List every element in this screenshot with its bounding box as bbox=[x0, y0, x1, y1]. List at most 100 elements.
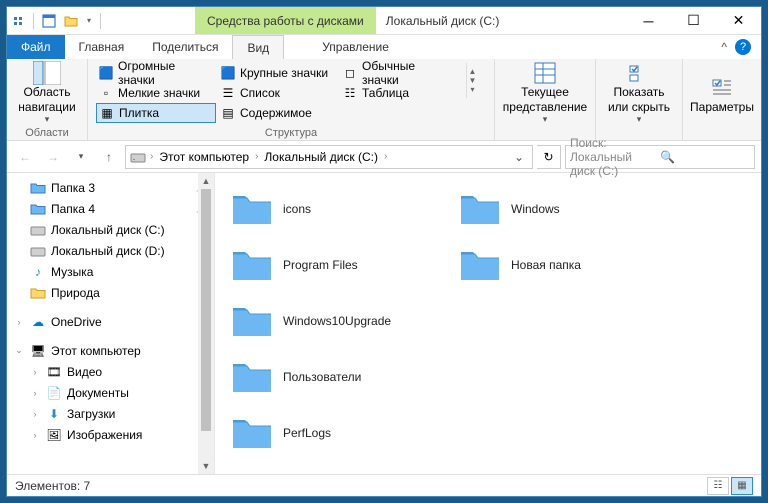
folder-icon[interactable] bbox=[62, 12, 80, 30]
nav-scrollbar[interactable]: ▲ ▼ bbox=[198, 173, 214, 474]
view-tiles-button[interactable]: ▦ bbox=[731, 477, 753, 495]
maximize-button[interactable]: ☐ bbox=[671, 7, 716, 34]
scroll-track[interactable] bbox=[198, 189, 214, 458]
breadcrumb-this-pc[interactable]: Этот компьютер bbox=[157, 150, 251, 164]
chevron-right-icon[interactable]: › bbox=[150, 151, 153, 162]
navigation-pane-button[interactable]: Область навигации bbox=[11, 61, 83, 125]
folder-icon bbox=[231, 414, 273, 452]
drive-icon bbox=[130, 150, 146, 164]
folder-icon bbox=[231, 358, 273, 396]
ribbon-tabs: Файл Главная Поделиться Вид Управление ^… bbox=[7, 35, 761, 59]
tab-share[interactable]: Поделиться bbox=[138, 35, 232, 59]
ribbon-group-current-view: Текущее представление bbox=[495, 59, 596, 140]
nav-item-nature[interactable]: Природа bbox=[7, 282, 214, 303]
status-bar: Элементов: 7 ☷ ▦ bbox=[7, 474, 761, 496]
help-icon[interactable]: ? bbox=[735, 39, 751, 55]
folder-label: Windows bbox=[511, 202, 560, 216]
layout-scroll-down-icon[interactable]: ▼ bbox=[467, 76, 478, 85]
scroll-down-icon[interactable]: ▼ bbox=[198, 458, 214, 474]
back-history-icon[interactable] bbox=[9, 12, 27, 30]
layout-large[interactable]: 🟦Крупные значки bbox=[218, 63, 338, 83]
view-details-button[interactable]: ☷ bbox=[707, 477, 729, 495]
tab-view[interactable]: Вид bbox=[232, 35, 284, 59]
nav-item-downloads[interactable]: ›⬇Загрузки bbox=[7, 403, 214, 424]
folder-tile[interactable]: Windows bbox=[455, 181, 683, 237]
layout-tiles[interactable]: ▦Плитка bbox=[96, 103, 216, 123]
layout-expand-icon[interactable]: ▾ bbox=[467, 85, 478, 94]
layout-extra-large[interactable]: 🟦Огромные значки bbox=[96, 63, 216, 83]
chevron-right-icon[interactable]: › bbox=[13, 317, 25, 327]
back-button[interactable]: ← bbox=[13, 145, 37, 169]
scroll-up-icon[interactable]: ▲ bbox=[198, 173, 214, 189]
current-view-button[interactable]: Текущее представление bbox=[499, 61, 591, 125]
folder-tile[interactable]: icons bbox=[227, 181, 455, 237]
layout-list[interactable]: ☰Список bbox=[218, 83, 338, 103]
folder-tile[interactable]: Пользователи bbox=[227, 349, 455, 405]
folder-icon bbox=[231, 246, 273, 284]
status-item-count: Элементов: 7 bbox=[15, 479, 90, 493]
content-pane[interactable]: icons Program Files Windows10Upgrade Пол… bbox=[215, 173, 761, 474]
folder-label: PerfLogs bbox=[283, 426, 331, 440]
quick-access-toolbar: ▾ bbox=[7, 7, 105, 34]
tab-file[interactable]: Файл bbox=[7, 35, 65, 59]
minimize-button[interactable]: ─ bbox=[626, 7, 671, 34]
context-tab-disk-tools: Средства работы с дисками bbox=[195, 7, 376, 34]
folder-icon bbox=[459, 246, 501, 284]
chevron-down-icon[interactable]: ⌄ bbox=[13, 345, 25, 356]
folder-tile[interactable]: Program Files bbox=[227, 237, 455, 293]
navigation-pane-label: Область навигации bbox=[13, 85, 81, 114]
scroll-thumb[interactable] bbox=[201, 189, 211, 431]
nav-item-pictures[interactable]: ›🖼Изображения bbox=[7, 424, 214, 445]
address-box[interactable]: › Этот компьютер › Локальный диск (C:) ›… bbox=[125, 145, 533, 169]
breadcrumb-drive-c[interactable]: Локальный диск (C:) bbox=[262, 150, 380, 164]
ribbon-group-show-hide: Показать или скрыть bbox=[596, 59, 683, 140]
search-box[interactable]: Поиск: Локальный диск (C:) 🔍 bbox=[565, 145, 755, 169]
separator bbox=[33, 13, 34, 29]
nav-item-drive-d[interactable]: Локальный диск (D:) bbox=[7, 240, 214, 261]
nav-item-folder3[interactable]: Папка 3📌 bbox=[7, 177, 214, 198]
chevron-right-icon[interactable]: › bbox=[255, 151, 258, 162]
folder-icon bbox=[459, 190, 501, 228]
window-controls: ─ ☐ ✕ bbox=[626, 7, 761, 34]
recent-locations-button[interactable]: ▾ bbox=[69, 145, 93, 169]
layout-small[interactable]: ▫Мелкие значки bbox=[96, 83, 216, 103]
up-button[interactable]: ↑ bbox=[97, 145, 121, 169]
layout-details[interactable]: ☷Таблица bbox=[340, 83, 460, 103]
folder-tile[interactable]: Новая папка bbox=[455, 237, 683, 293]
nav-item-videos[interactable]: ›🎞Видео bbox=[7, 361, 214, 382]
navigation-pane: Папка 3📌 Папка 4📌 Локальный диск (C:) Ло… bbox=[7, 173, 215, 474]
window-title: Локальный диск (C:) bbox=[376, 7, 626, 34]
refresh-button[interactable]: ↻ bbox=[537, 145, 561, 169]
chevron-right-icon[interactable]: › bbox=[29, 388, 41, 398]
tab-manage[interactable]: Управление bbox=[308, 35, 403, 59]
show-hide-button[interactable]: Показать или скрыть bbox=[600, 61, 678, 125]
separator bbox=[100, 13, 101, 29]
options-button[interactable]: Параметры bbox=[687, 61, 757, 125]
nav-item-folder4[interactable]: Папка 4📌 bbox=[7, 198, 214, 219]
chevron-right-icon[interactable]: › bbox=[384, 151, 387, 162]
forward-button[interactable]: → bbox=[41, 145, 65, 169]
nav-item-drive-c[interactable]: Локальный диск (C:) bbox=[7, 219, 214, 240]
close-button[interactable]: ✕ bbox=[716, 7, 761, 34]
chevron-right-icon[interactable]: › bbox=[29, 430, 41, 440]
folder-tile[interactable]: PerfLogs bbox=[227, 405, 455, 461]
layout-content[interactable]: ▤Содержимое bbox=[218, 103, 338, 123]
qat-dropdown-icon[interactable]: ▾ bbox=[84, 12, 94, 30]
collapse-ribbon-icon[interactable]: ^ bbox=[721, 40, 727, 54]
address-dropdown-icon[interactable]: ⌄ bbox=[510, 150, 528, 164]
layout-scroll-up-icon[interactable]: ▲ bbox=[467, 67, 478, 76]
properties-icon[interactable] bbox=[40, 12, 58, 30]
panes-group-label: Области bbox=[11, 126, 83, 140]
chevron-right-icon[interactable]: › bbox=[29, 367, 41, 377]
ribbon-group-layout: 🟦Огромные значки ▫Мелкие значки ▦Плитка … bbox=[88, 59, 495, 140]
nav-item-this-pc[interactable]: ⌄🖥Этот компьютер bbox=[7, 340, 214, 361]
layout-group-label: Структура bbox=[92, 126, 490, 140]
nav-item-documents[interactable]: ›📄Документы bbox=[7, 382, 214, 403]
layout-medium[interactable]: ◻Обычные значки bbox=[340, 63, 460, 83]
nav-item-onedrive[interactable]: ›☁OneDrive bbox=[7, 311, 214, 332]
nav-item-music[interactable]: ♪Музыка bbox=[7, 261, 214, 282]
chevron-right-icon[interactable]: › bbox=[29, 409, 41, 419]
folder-tile[interactable]: Windows10Upgrade bbox=[227, 293, 455, 349]
folder-label: Program Files bbox=[283, 258, 358, 272]
tab-home[interactable]: Главная bbox=[65, 35, 139, 59]
